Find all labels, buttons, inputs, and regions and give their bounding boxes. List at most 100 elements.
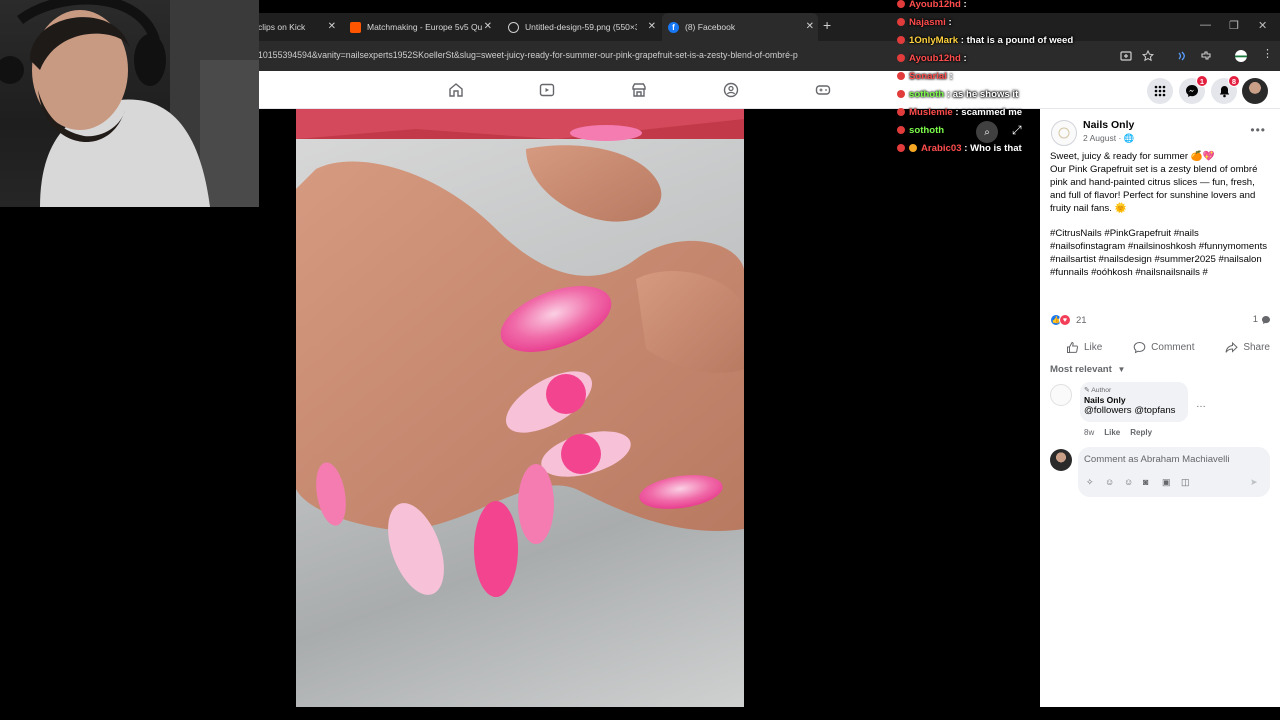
reaction-count: 21: [1076, 314, 1087, 326]
post-hashtags[interactable]: #CitrusNails #PinkGrapefruit #nails #nai…: [1050, 227, 1272, 279]
post-date[interactable]: 2 August · 🌐: [1083, 133, 1134, 144]
chat-badge-icon: [897, 54, 905, 62]
chat-badge-icon: [897, 72, 905, 80]
messenger-button[interactable]: 1: [1179, 75, 1208, 104]
chat-username: Ayoub12hd: [909, 52, 961, 64]
url-field[interactable]: 10155394594&vanity=nailsexperts1952SKoel…: [258, 50, 858, 60]
comment-bubble-icon: [1262, 315, 1270, 324]
streamer-webcam-image: [0, 0, 259, 207]
sticker-icon[interactable]: ◫: [1181, 477, 1190, 488]
comment-author-name[interactable]: Nails Only: [1084, 395, 1184, 405]
screen: clips on Kick ✕ Matchmaking - Europe 5v5…: [0, 0, 1280, 720]
current-user-avatar: [1050, 449, 1072, 471]
tab-label: Matchmaking - Europe 5v5 Qu: [367, 22, 483, 32]
comment-input-placeholder[interactable]: Comment as Abraham Machiavelli: [1084, 454, 1230, 465]
chat-message: Ayoub12hd :: [897, 0, 1087, 13]
post-photo[interactable]: [296, 109, 744, 707]
comment-like-link[interactable]: Like: [1104, 428, 1120, 437]
puzzle-extensions-icon[interactable]: [1200, 50, 1212, 62]
chat-username: sothoth: [909, 124, 945, 136]
post-options-button[interactable]: •••: [1250, 123, 1266, 137]
chat-text: Who is that: [970, 142, 1022, 154]
maximize-icon[interactable]: ❐: [1229, 19, 1239, 32]
tab-facebook[interactable]: f (8) Facebook ✕: [662, 13, 818, 41]
tab-kick[interactable]: clips on Kick ✕: [258, 13, 340, 41]
minimize-icon[interactable]: —: [1200, 19, 1211, 31]
faceit-icon: [350, 21, 361, 33]
avatar-sticker-icon[interactable]: ✧: [1086, 477, 1094, 488]
close-tab-icon[interactable]: ✕: [648, 21, 656, 32]
chat-separator: :: [960, 52, 970, 64]
webcam-overlay: [0, 0, 259, 207]
new-tab-icon[interactable]: +: [823, 17, 831, 33]
share-label: Share: [1243, 341, 1270, 353]
chat-separator: :: [952, 106, 962, 118]
tab-label: clips on Kick: [258, 22, 306, 32]
gaming-icon[interactable]: [815, 82, 831, 98]
send-icon[interactable]: ➤: [1250, 477, 1258, 488]
chat-username: Najasmi: [909, 16, 946, 28]
page-name-link[interactable]: Nails Only: [1083, 119, 1134, 131]
bell-icon: [1219, 85, 1229, 97]
thumbs-up-icon: [1067, 341, 1079, 353]
chat-message: 1OnlyMark : that is a pound of weed: [897, 31, 1087, 49]
commenter-avatar[interactable]: [1050, 384, 1072, 406]
comment-label: Comment: [1151, 341, 1195, 353]
menu-kebab-icon[interactable]: ⋮: [1262, 47, 1274, 60]
marketplace-icon[interactable]: [631, 82, 647, 98]
home-icon[interactable]: [448, 82, 464, 98]
share-icon: [1225, 341, 1239, 353]
gif-icon[interactable]: ▣: [1162, 477, 1171, 488]
close-tab-icon[interactable]: ✕: [484, 21, 492, 32]
like-button[interactable]: Like: [1066, 338, 1102, 356]
messenger-badge: 1: [1196, 75, 1208, 87]
chat-separator: :: [944, 88, 953, 100]
profile-icon[interactable]: [1235, 50, 1247, 62]
camera-icon[interactable]: ◙: [1143, 477, 1148, 487]
post-date-text: 2 August ·: [1083, 133, 1124, 143]
extension-icon[interactable]: [1176, 50, 1188, 62]
menu-grid-button[interactable]: [1147, 78, 1173, 104]
tab-matchmaking[interactable]: Matchmaking - Europe 5v5 Qu ✕: [344, 13, 496, 41]
close-window-icon[interactable]: ✕: [1258, 19, 1267, 32]
globe-icon: [508, 21, 519, 33]
chat-message: Najasmi :: [897, 13, 1087, 31]
chat-username: Arabic03: [921, 142, 962, 154]
comment-button[interactable]: Comment: [1133, 338, 1195, 356]
globe-icon: 🌐: [1123, 133, 1135, 143]
comment-reply-link[interactable]: Reply: [1130, 428, 1152, 437]
notifications-button[interactable]: 8: [1211, 75, 1240, 104]
chat-message: Sonarial :: [897, 67, 1087, 85]
groups-icon[interactable]: [723, 82, 739, 98]
comment-age[interactable]: 8w: [1084, 428, 1094, 437]
nails-photo-image: [296, 109, 744, 597]
chat-message: Ayoub12hd :: [897, 49, 1087, 67]
comment-count[interactable]: 1: [1253, 314, 1271, 325]
fullscreen-icon[interactable]: ⤢: [1012, 123, 1022, 138]
account-avatar[interactable]: [1242, 78, 1268, 104]
tab-untitled-design[interactable]: Untitled-design-59.png (550×3 ✕: [502, 13, 660, 41]
bookmark-star-icon[interactable]: [1142, 50, 1154, 62]
close-tab-icon[interactable]: ✕: [328, 21, 336, 32]
close-tab-icon[interactable]: ✕: [806, 21, 814, 32]
install-app-icon[interactable]: [1120, 50, 1132, 62]
video-icon[interactable]: [539, 82, 555, 98]
share-button[interactable]: Share: [1225, 338, 1270, 356]
chat-badge-icon: [897, 18, 905, 26]
like-label: Like: [1084, 341, 1103, 353]
emoji-icon[interactable]: ☺: [1105, 477, 1114, 487]
chevron-down-icon: ▼: [1117, 365, 1126, 374]
comment-input-box[interactable]: Comment as Abraham Machiavelli ✧ ☺ ☺ ◙ ▣…: [1078, 447, 1270, 497]
sort-label: Most relevant: [1050, 364, 1112, 375]
comment-sort-dropdown[interactable]: Most relevant ▼: [1050, 364, 1125, 375]
pencil-icon: ✎: [1084, 387, 1090, 394]
comment-bubble: ✎ Author Nails Only @followers @topfans: [1080, 382, 1188, 422]
reaction-summary[interactable]: 👍 ♥ 21: [1050, 314, 1087, 326]
comment-options-button[interactable]: …: [1196, 399, 1206, 410]
smile-icon[interactable]: ☺: [1124, 477, 1133, 487]
love-reaction-icon: ♥: [1059, 314, 1071, 326]
chat-message: Muslemie : scammed me: [897, 103, 1087, 121]
chat-message: sothoth : as he shows it: [897, 85, 1087, 103]
tab-label: (8) Facebook: [685, 22, 736, 32]
zoom-icon[interactable]: ⌕: [976, 121, 998, 143]
